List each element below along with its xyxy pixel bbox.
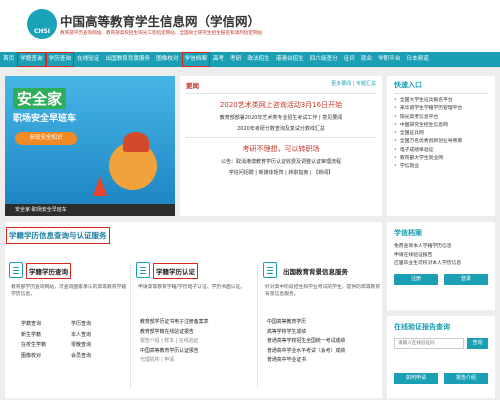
document-icon [9,262,23,278]
quick-entry-link[interactable]: 中国研究生招生信息网 [394,122,488,130]
nav-japan[interactable]: 日本频道 [403,52,431,67]
nav-hmt-enroll[interactable]: 港澳台招生 [273,52,307,67]
nav-jobs[interactable]: 就业 [358,52,375,67]
cert-link[interactable]: 教育部学历证书电子注册备案表 [140,318,252,328]
quick-entry-link[interactable]: 教育部大学生就业网 [394,155,488,163]
chsi-logo[interactable]: CHSI [27,9,57,39]
nav-degree-query[interactable]: 学历查询 [45,52,74,67]
query-link[interactable]: 学历查询 [71,320,121,327]
how-to-apply-button[interactable]: 如何申请 [394,373,438,384]
cert-link[interactable]: 教育部学籍在线验证报告 [140,328,252,338]
quick-entry-link[interactable]: 全国大学生征兵报名平台 [394,97,488,105]
nav-kaoyan[interactable]: 考研 [227,52,244,67]
news-line[interactable]: 教育部部署2020年艺术类专业招生考试工作 | 意见要闻 [186,114,376,121]
news-headline[interactable]: 2020艺术类网上咨询活动3月16日开始 [186,100,376,110]
quick-entry-panel: 快速入口 全国大学生征兵报名平台 来华留学生学籍学历管理平台 阳光高考信息平台 … [387,76,495,216]
news-line[interactable]: 公告：取消港澳教育学历认证收费及调整认证审理流程 [186,158,376,165]
quick-entry-title: 快速入口 [394,80,488,94]
nav-image-check[interactable]: 图像校对 [153,52,181,67]
hero-button[interactable]: 获取安全知识 [15,132,77,145]
cert-link[interactable]: 中国高等教育学历认证报告 [140,347,252,357]
cert-sub-links[interactable]: 代理机构 | 申请 [140,356,252,366]
verify-panel: 在线验证报告查询 查询 如何申请 报告介绍 [387,316,495,398]
nav-military[interactable]: 征兵 [341,52,358,67]
hero-footer: 安全家-职场安全早班车 [5,204,175,216]
abroad-link[interactable]: 普通高等学校招生全国统一考试成绩 [267,337,379,347]
abroad-service-title[interactable]: 出国教育背景信息服务 [283,266,348,276]
main-nav: 首页 学籍查询 学历查询 在线验证 出国教育背景服务 图像校对 学信档案 高考 … [0,52,500,67]
query-link[interactable]: 会员查询 [71,352,121,359]
hero-banner[interactable]: 安全家 职场安全早班车 获取安全知识 安全家-职场安全早班车 [5,76,175,216]
cert-sub-links[interactable]: 报告介绍 | 样本 | 在线验证 [140,337,252,347]
quick-entry-link[interactable]: 全国征兵网 [394,130,488,138]
hero-slogan: 职场安全早班车 [13,114,77,124]
logo-text: CHSI [34,28,50,35]
archive-panel: 学信档案 免费查询本人学籍学历信息 申请在线验证报告 应届毕业生可校对本人学历信… [387,222,495,310]
news-line[interactable]: 学信问招聘 | 新媒体矩阵 | 转职指南 | 【新闻】 [186,169,376,176]
archive-title: 学信档案 [394,229,422,237]
archive-line: 申请在线验证报告 [394,252,433,258]
report-intro-button[interactable]: 报告介绍 [444,373,488,384]
nav-law-enroll[interactable]: 政法招生 [244,52,272,67]
news-panel: 要闻 更多要闻 | 专题汇总 2020艺术类网上咨询活动3月16日开始 教育部部… [180,76,382,216]
nav-cet-score[interactable]: 四六级查分 [307,52,341,67]
quick-entry-link[interactable]: 来华留学生学籍学历管理平台 [394,105,488,113]
nav-gaokao[interactable]: 高考 [210,52,227,67]
abroad-link[interactable]: 普通高中学业水平考试（会考）成绩 [267,347,379,357]
verify-code-input[interactable] [394,338,464,349]
site-subtitle: 教育部学历查询网站、教育部高校招生阳光工程指定网站、全国硕士研究生招生报名和调剂… [60,31,263,36]
services-title: 学籍学历信息查询与认证服务 [6,227,110,244]
verify-query-button[interactable]: 查询 [467,338,488,349]
abroad-link[interactable]: 高等学校学生成绩 [267,328,379,338]
nav-online-verify[interactable]: 在线验证 [74,52,102,67]
query-link[interactable]: 本人查询 [71,331,121,338]
query-link[interactable]: 新生学籍 [21,331,71,338]
verify-title: 在线验证报告查询 [394,323,450,331]
nav-abroad-service[interactable]: 出国教育背景服务 [102,52,153,67]
certificate-icon [136,262,150,278]
archive-line: 免费查询本人学籍学历信息 [394,244,452,249]
query-link[interactable]: 在校生学籍 [21,341,71,348]
news-headline-2[interactable]: 考研不理想，可以转职场 [186,144,376,154]
degree-query-title[interactable]: 学籍学历查询 [26,263,71,279]
degree-query-desc: 教育部学历查询网站，可查询国家承认的高等教育学籍学历信息。 [11,285,127,297]
abroad-link[interactable]: 中国高等教育学历 [267,318,379,328]
hero-badge: 安全家 [13,88,67,109]
nav-career[interactable]: 学职平台 [375,52,403,67]
query-link[interactable]: 图像校对 [21,352,71,359]
header: CHSI 中国高等教育学生信息网（学信网） 教育部学历查询网站、教育部高校招生阳… [0,0,500,52]
mascot-helmet [123,132,149,152]
globe-icon [263,262,277,278]
nav-home[interactable]: 首页 [0,52,17,67]
site-title: 中国高等教育学生信息网（学信网） [60,14,261,29]
abroad-link[interactable]: 普通高中毕业证书 [267,356,379,366]
register-button[interactable]: 注册 [394,273,438,285]
login-button[interactable]: 登录 [444,273,488,285]
quick-entry-link[interactable]: 学信就业 [394,163,488,171]
abroad-service-desc: 针对高中阶段招生和学业考试的学生，提供的高等教育背景信息服务。 [265,285,381,297]
news-more-links[interactable]: 更多要闻 | 专题汇总 [331,80,376,90]
news-title: 要闻 [186,82,199,90]
news-line[interactable]: 2020年考研分数查询及复试分数线汇总 [186,125,376,132]
nav-student-status[interactable]: 学籍查询 [17,52,46,67]
nav-archive[interactable]: 学信档案 [181,52,210,67]
query-link[interactable]: 学籍查询 [21,320,71,327]
degree-cert-desc: 申请高等教育学籍/学历电子认证、学历书面认证。 [138,285,246,290]
services-panel: 学籍学历信息查询与认证服务 学籍学历查询 教育部学历查询网站，可查询国家承认的高… [5,222,382,398]
quick-entry-link[interactable]: 全国万名优秀创新创业导师库 [394,138,488,146]
quick-entry-link[interactable]: 电子成绩单验证 [394,147,488,155]
quick-entry-link[interactable]: 阳光高考信息平台 [394,114,488,122]
archive-line: 应届毕业生可校对本人学历信息 [394,261,462,266]
degree-cert-title[interactable]: 学籍学历认证 [153,263,198,279]
query-link[interactable]: 零散查询 [71,341,121,348]
